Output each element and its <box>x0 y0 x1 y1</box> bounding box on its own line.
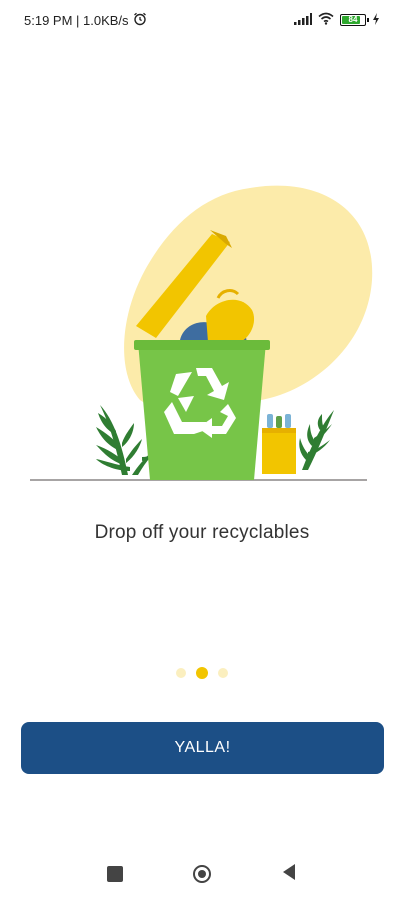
page-indicator <box>0 667 404 679</box>
recycling-illustration <box>0 170 404 500</box>
battery-icon: 84 <box>340 14 369 26</box>
circle-home-icon[interactable] <box>193 865 211 883</box>
yalla-button[interactable]: YALLA! <box>21 722 384 774</box>
bolt-icon <box>372 12 380 28</box>
onboarding-caption: Drop off your recyclables <box>94 522 310 543</box>
alarm-icon <box>133 12 147 29</box>
right-fern-icon <box>299 410 334 470</box>
wifi-icon <box>318 12 334 28</box>
status-right: 84 <box>294 12 380 28</box>
system-nav-bar <box>0 852 404 896</box>
signal-icon <box>294 12 312 28</box>
status-bar: 5:19 PM | 1.0KB/s 84 <box>0 0 404 40</box>
status-time-speed: 5:19 PM | 1.0KB/s <box>24 12 129 28</box>
page-dot-1[interactable] <box>176 668 186 678</box>
bottle-crate-icon <box>262 414 296 474</box>
back-triangle-icon[interactable] <box>281 863 297 886</box>
status-left: 5:19 PM | 1.0KB/s <box>24 12 147 29</box>
battery-level: 84 <box>348 15 358 24</box>
square-icon[interactable] <box>107 866 123 882</box>
page-dot-3[interactable] <box>218 668 228 678</box>
home-dot <box>198 870 206 878</box>
page-dot-2-active[interactable] <box>196 667 208 679</box>
